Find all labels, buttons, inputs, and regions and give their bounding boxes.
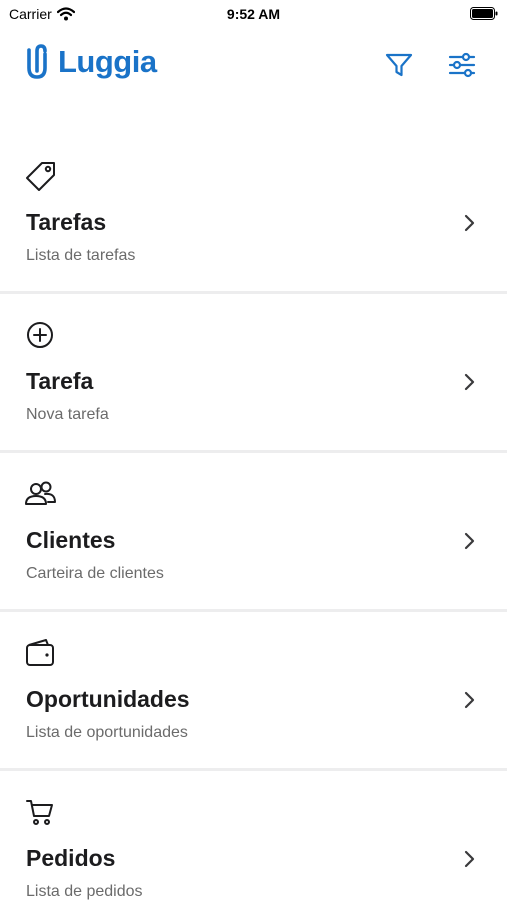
logo-mark-icon xyxy=(27,44,47,79)
menu-item-title: Tarefas xyxy=(26,209,107,235)
chevron-right-icon xyxy=(464,532,475,550)
chevron-right-icon xyxy=(464,373,475,391)
wallet-icon xyxy=(26,639,54,666)
menu-item-title: Pedidos xyxy=(26,845,116,871)
menu-item-title: Clientes xyxy=(26,527,116,553)
menu-item-subtitle: Carteira de clientes xyxy=(26,565,164,582)
sliders-icon xyxy=(448,52,476,78)
menu-item-subtitle: Lista de oportunidades xyxy=(26,724,188,741)
menu-item-pedidos[interactable]: Pedidos Lista de pedidos xyxy=(0,771,507,900)
menu-item-clientes[interactable]: Clientes Carteira de clientes xyxy=(0,453,507,612)
app-logo: Luggia xyxy=(24,42,157,82)
chevron-right-icon xyxy=(464,691,475,709)
menu-item-tarefas[interactable]: Tarefas Lista de tarefas xyxy=(0,135,507,294)
tag-icon xyxy=(26,162,55,191)
chevron-right-icon xyxy=(464,850,475,868)
filter-button[interactable] xyxy=(382,48,416,82)
app-header: Luggia xyxy=(0,30,507,102)
filter-icon xyxy=(385,53,413,77)
logo-text: Luggia xyxy=(58,44,157,79)
status-bar: Carrier 9:52 AM xyxy=(0,0,507,30)
users-icon xyxy=(25,481,56,505)
menu-item-oportunidades[interactable]: Oportunidades Lista de oportunidades xyxy=(0,612,507,771)
menu-list: Tarefas Lista de tarefas Tarefa Nova tar… xyxy=(0,135,507,900)
menu-item-title: Oportunidades xyxy=(26,686,190,712)
cart-icon xyxy=(26,800,53,825)
status-time: 9:52 AM xyxy=(226,6,281,22)
menu-item-subtitle: Lista de tarefas xyxy=(26,247,136,264)
plus-circle-icon xyxy=(27,322,53,348)
menu-item-subtitle: Nova tarefa xyxy=(26,406,109,423)
battery-icon xyxy=(470,7,498,20)
menu-item-subtitle: Lista de pedidos xyxy=(26,883,143,900)
settings-button[interactable] xyxy=(445,48,479,82)
chevron-right-icon xyxy=(464,214,475,232)
menu-item-title: Tarefa xyxy=(26,368,94,394)
menu-item-tarefa[interactable]: Tarefa Nova tarefa xyxy=(0,294,507,453)
